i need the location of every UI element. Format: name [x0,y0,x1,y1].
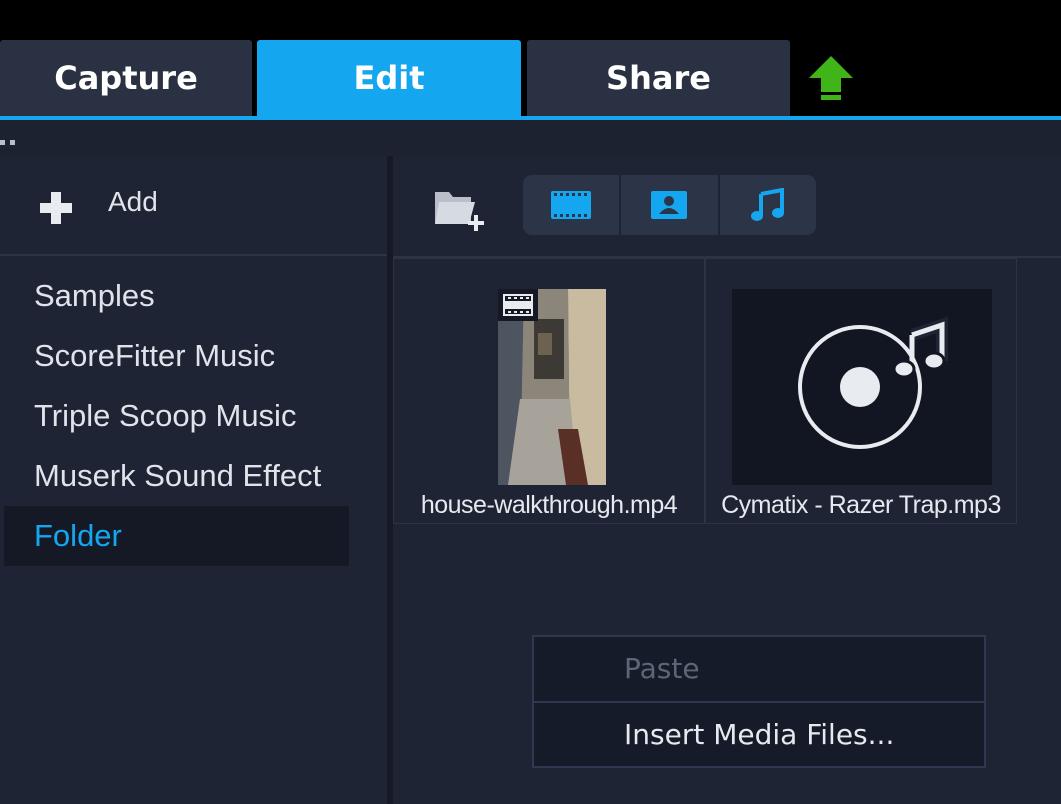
menu-item-paste[interactable]: Paste [534,637,984,701]
library-item-triple-scoop-music[interactable]: Triple Scoop Music [4,386,349,446]
music-filter-icon[interactable] [720,175,816,235]
audio-thumbnail [732,289,992,485]
plus-icon [40,192,72,224]
media-item-label: house-walkthrough.mp4 [420,491,678,519]
video-type-icon [498,289,538,321]
library-list: Samples ScoreFitter Music Triple Scoop M… [4,266,349,566]
tab-share[interactable]: Share [527,40,790,116]
media-item-video[interactable]: house-walkthrough.mp4 [393,258,705,524]
library-item-folder[interactable]: Folder [4,506,349,566]
add-library-button[interactable]: Add [0,156,387,254]
video-filter-icon[interactable] [523,175,622,235]
add-label: Add [108,186,158,217]
context-menu: Paste Insert Media Files... [532,635,986,768]
media-item-label: Cymatix - Razer Trap.mp3 [721,491,1001,519]
library-item-samples[interactable]: Samples [4,266,349,326]
upload-arrow-icon[interactable] [805,52,857,104]
menu-item-insert-media-files[interactable]: Insert Media Files... [534,703,984,767]
tab-edit[interactable]: Edit [257,40,521,116]
grip-dots-icon [0,140,18,146]
tab-capture[interactable]: Capture [0,40,252,116]
folder-add-icon[interactable] [433,184,489,232]
video-thumbnail [498,289,606,485]
divider [0,254,387,256]
music-disc-icon [798,316,948,449]
library-item-scorefitter-music[interactable]: ScoreFitter Music [4,326,349,386]
sub-bar [0,120,1061,158]
media-filter-group [523,175,816,235]
library-pane: Add Samples ScoreFitter Music Triple Sco… [0,156,387,804]
top-bar: Capture Edit Share [0,0,1061,118]
media-item-audio[interactable]: Cymatix - Razer Trap.mp3 [705,258,1017,524]
photo-filter-icon[interactable] [621,175,720,235]
library-item-muserk-sound-effect[interactable]: Muserk Sound Effect [4,446,349,506]
